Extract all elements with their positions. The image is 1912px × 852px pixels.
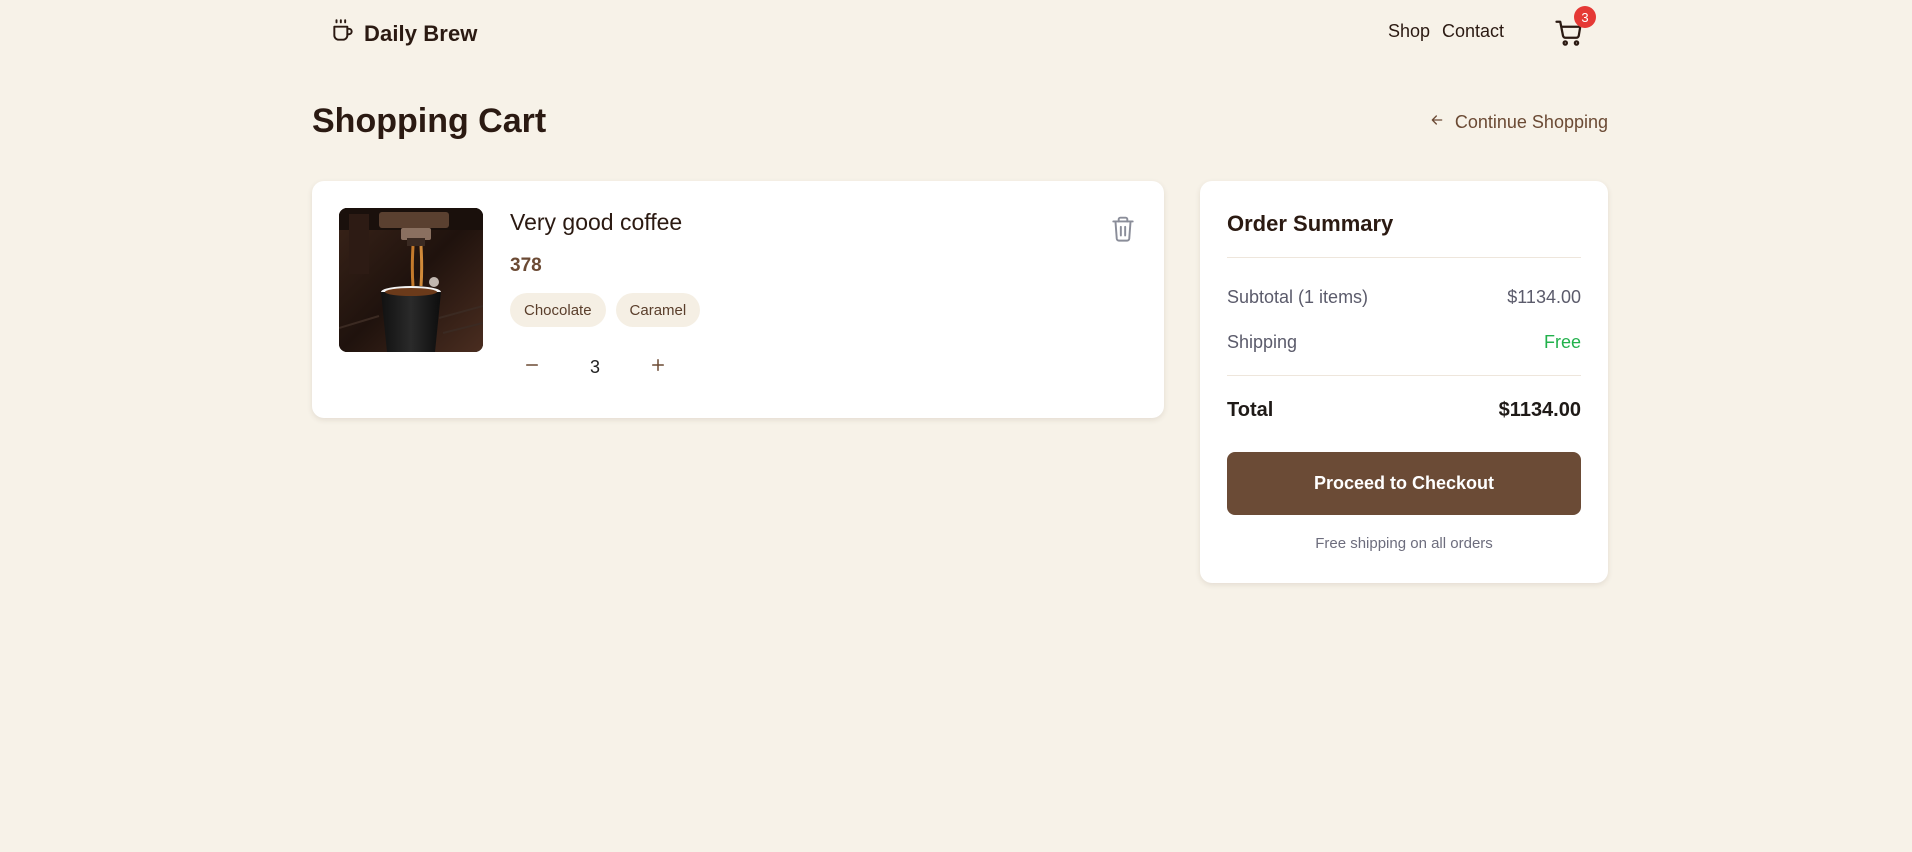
summary-title: Order Summary	[1227, 211, 1394, 236]
brand-logo[interactable]: Daily Brew	[330, 18, 478, 49]
product-price: 378	[510, 255, 542, 276]
continue-shopping-label: Continue Shopping	[1454, 112, 1608, 132]
tag-caramel: Caramel	[615, 293, 701, 327]
shipping-label: Shipping	[1227, 332, 1298, 352]
arrow-left-icon	[1429, 112, 1445, 133]
plus-icon	[649, 356, 667, 379]
continue-shopping-link[interactable]: Continue Shopping	[1429, 112, 1608, 133]
product-tags: Chocolate Caramel	[510, 293, 701, 327]
total-row: Total $1134.00	[1227, 399, 1581, 422]
cart-count-badge: 3	[1574, 6, 1596, 28]
proceed-to-checkout-button[interactable]: Proceed to Checkout	[1227, 452, 1581, 515]
order-summary: Order Summary Subtotal (1 items) $1134.0…	[1200, 181, 1608, 583]
quantity-stepper: 3	[510, 351, 680, 383]
product-name[interactable]: Very good coffee	[510, 209, 682, 236]
shipping-value: Free	[1543, 332, 1581, 352]
summary-divider	[1227, 375, 1581, 376]
total-label: Total	[1227, 399, 1274, 421]
minus-icon	[523, 356, 541, 379]
tag-chocolate: Chocolate	[510, 293, 606, 327]
shipping-row: Shipping Free	[1227, 332, 1581, 353]
subtotal-value: $1134.00	[1507, 287, 1581, 307]
trash-icon	[1110, 216, 1136, 247]
cart-page: Daily Brew Shop Contact 3 Shopping Cart	[0, 0, 1912, 852]
page-title: Shopping Cart	[312, 102, 547, 140]
site-header: Daily Brew Shop Contact 3	[312, 0, 1608, 64]
cart-button[interactable]: 3	[1554, 6, 1596, 52]
summary-divider	[1227, 257, 1581, 258]
nav-contact-link[interactable]: Contact	[1442, 21, 1504, 42]
brand-name: Daily Brew	[364, 20, 478, 46]
shopping-cart-icon	[1554, 20, 1584, 52]
decrease-quantity-button[interactable]	[516, 351, 548, 383]
free-shipping-note: Free shipping on all orders	[1315, 535, 1493, 552]
quantity-value: 3	[589, 357, 600, 377]
subtotal-label: Subtotal (1 items)	[1227, 287, 1369, 307]
subtotal-row: Subtotal (1 items) $1134.00	[1227, 287, 1581, 308]
total-value: $1134.00	[1498, 399, 1581, 421]
coffee-cup-icon	[330, 18, 356, 49]
nav-shop-link[interactable]: Shop	[1388, 21, 1430, 42]
product-image	[339, 208, 483, 352]
increase-quantity-button[interactable]	[642, 351, 674, 383]
remove-item-button[interactable]	[1110, 215, 1136, 243]
cart-item-card: Very good coffee 378 Chocolate Caramel 3	[312, 181, 1164, 418]
